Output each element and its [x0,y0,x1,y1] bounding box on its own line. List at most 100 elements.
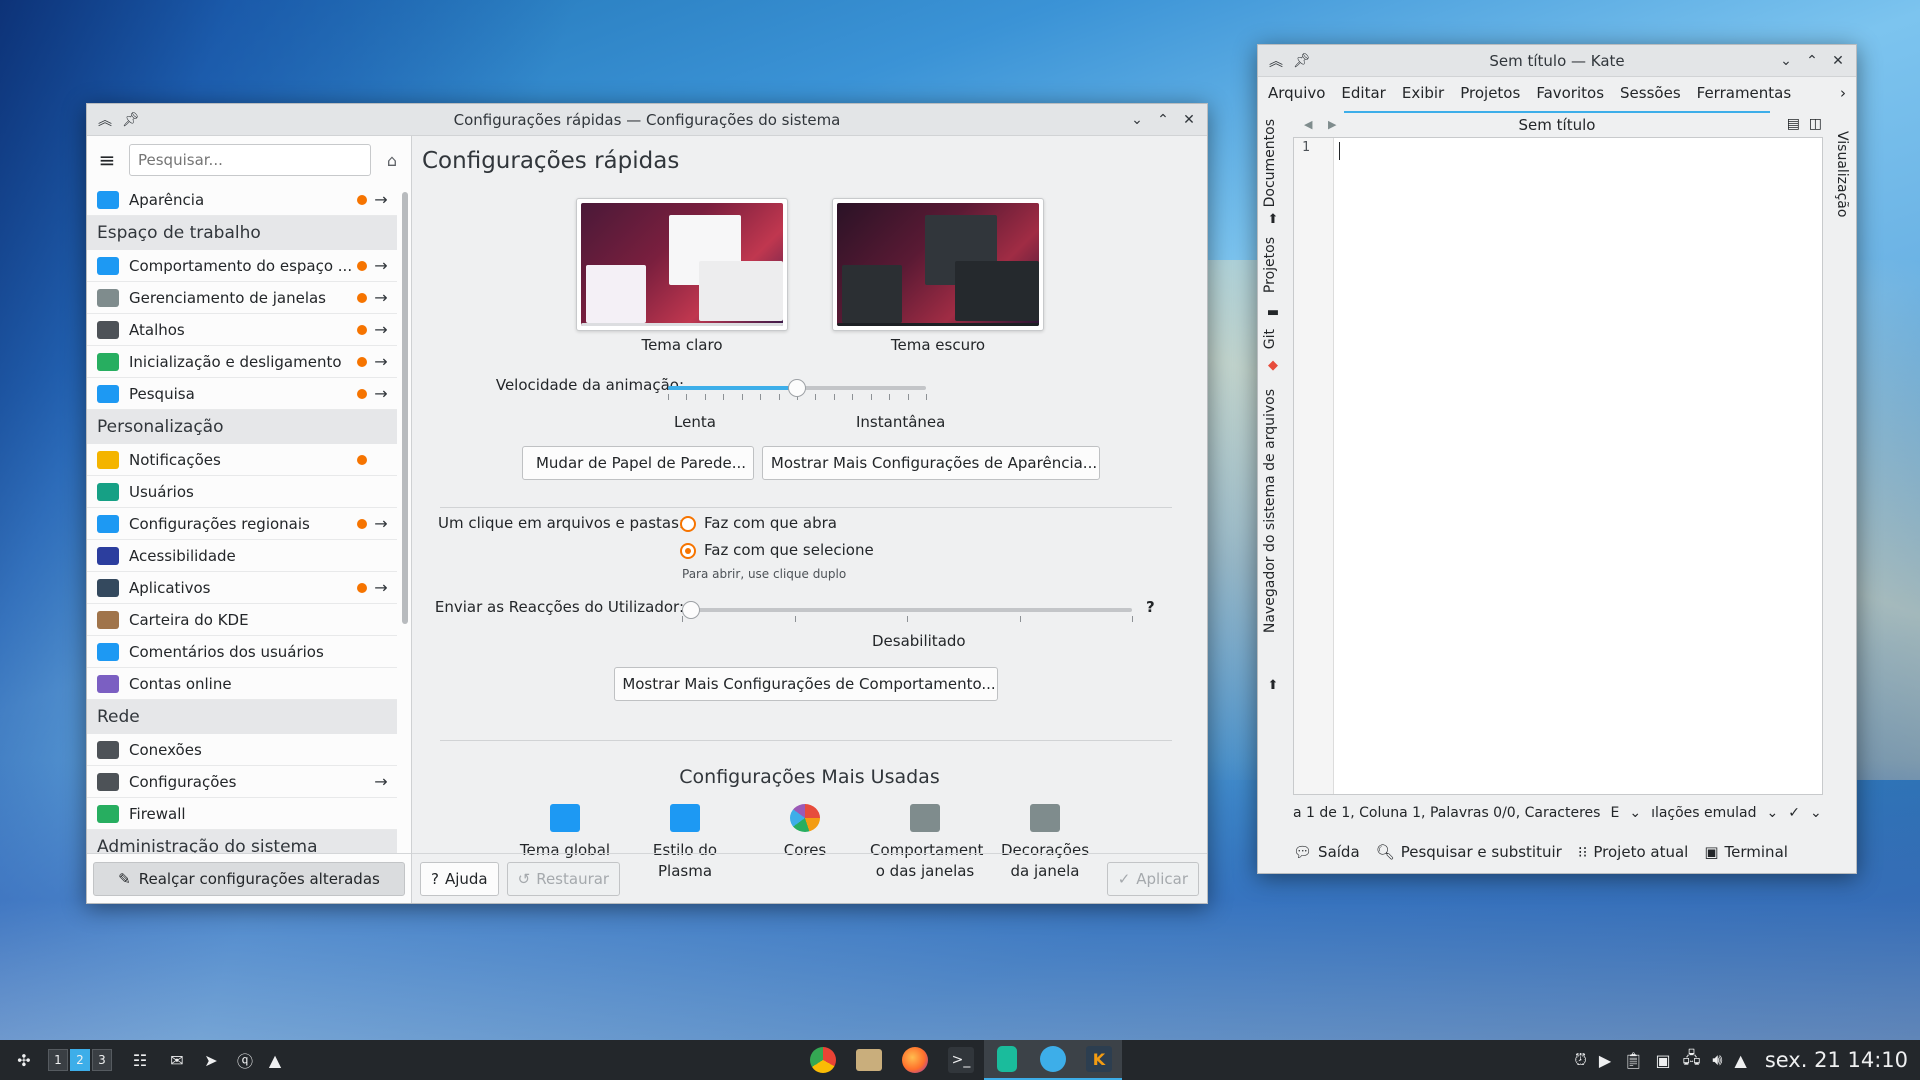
sidebar-item[interactable]: Configurações regionais → [87,508,397,540]
sidebar-item[interactable]: Contas online [87,668,397,700]
highlight-changed-settings-button[interactable]: ✎ Realçar configurações alteradas [93,861,405,896]
menu-item[interactable]: Exibir [1394,84,1452,102]
chevron-down-icon[interactable]: ⌄ [1810,805,1822,829]
close-icon[interactable]: ✕ [1177,108,1201,132]
home-icon[interactable]: ⌂ [381,151,403,170]
menu-overflow-chevron-icon[interactable]: › [1840,84,1846,102]
clipboard-icon[interactable]: 📋︎ [1623,1051,1643,1070]
sidebar-item[interactable]: Comentários dos usuários [87,636,397,668]
tab-prev-icon[interactable]: ◀ [1304,118,1312,131]
tab-next-icon[interactable]: ▶ [1328,118,1336,131]
telegram-icon[interactable]: ➤ [194,1040,228,1080]
sidebar-item[interactable]: Inicialização e desligamento → [87,346,397,378]
tray-show-hidden-icon[interactable]: ▲ [1735,1051,1747,1070]
untitled-document-tab[interactable]: Sem título [1344,111,1770,137]
click-open-radio[interactable] [680,516,696,532]
chrome-icon[interactable] [800,1040,846,1080]
menu-item[interactable]: Editar [1333,84,1393,102]
split-view-icon[interactable]: ▤ [1787,116,1800,132]
click-select-radio[interactable] [680,543,696,559]
hamburger-menu-icon[interactable]: ≡ [95,148,119,172]
chevron-down-icon[interactable]: ⌄ [1629,805,1641,829]
more-appearance-settings-button[interactable]: Mostrar Mais Configurações de Aparência.… [762,446,1100,480]
sidebar-item[interactable]: Comportamento do espaço ... → [87,250,397,282]
maximize-icon[interactable]: ⌃ [1151,108,1175,132]
menu-item[interactable]: Favoritos [1528,84,1612,102]
tool-view-button[interactable]: ▣ Terminal [1704,843,1788,861]
chevron-down-icon[interactable]: ⌄ [1767,805,1779,829]
kate-task-icon[interactable] [984,1040,1030,1080]
tool-view-button[interactable]: 🔍︎ Pesquisar e substituir [1376,843,1562,861]
cursor-position-status[interactable]: a 1 de 1, Coluna 1, Palavras 0/0, Caract… [1293,805,1600,829]
sidebar-item[interactable]: Carteira do KDE [87,604,397,636]
media-player-icon[interactable]: ▶ [1599,1051,1611,1070]
alarm-clock-icon[interactable]: ⏰︎ [1574,1050,1586,1070]
menu-item[interactable]: Projetos [1452,84,1528,102]
sidebar-item[interactable]: Acessibilidade [87,540,397,572]
text-editor-area[interactable]: 1 [1293,137,1823,795]
sidebar-item[interactable]: Pesquisa → [87,378,397,410]
checkmark-icon[interactable]: ✓ [1788,805,1800,829]
sidebar-item[interactable]: Conexões [87,734,397,766]
help-question-icon[interactable]: ? [1146,598,1155,616]
more-behavior-settings-button[interactable]: Mostrar Mais Configurações de Comportame… [614,667,998,701]
input-mode-status[interactable]: ılações emulad [1651,805,1756,829]
user-feedback-slider[interactable] [682,601,1133,628]
sidebar-item[interactable]: Aplicativos → [87,572,397,604]
network-icon[interactable]: 🖧︎ [1683,1047,1701,1074]
tool-view-button[interactable]: 💬︎ Saída [1293,843,1360,861]
close-icon[interactable]: ✕ [1826,49,1850,73]
tool-view-button[interactable]: ⁝⁝ Projeto atual [1578,843,1689,861]
kate-titlebar[interactable]: ︽ 📌︎ Sem título — Kate ⌄ ⌃ ✕ [1258,45,1856,77]
tray-expand-icon[interactable]: ▲ [262,1040,288,1080]
menu-item[interactable]: Sessões [1612,84,1689,102]
virtual-desktop-button[interactable]: 2 [70,1049,90,1071]
animation-speed-handle[interactable] [788,379,806,397]
click-open-label[interactable]: Faz com que abra [704,514,837,532]
sidebar-item[interactable]: Firewall [87,798,397,830]
pin-icon[interactable]: 📌︎ [1290,49,1314,73]
mail-icon[interactable]: ✉ [160,1040,194,1080]
minimize-icon[interactable]: ⌄ [1774,49,1798,73]
sidebar-item[interactable]: Notificações [87,444,397,476]
minimize-icon[interactable]: ⌄ [1125,108,1149,132]
sidebar-item[interactable]: Gerenciamento de janelas → [87,282,397,314]
file-manager-icon[interactable] [846,1040,892,1080]
task-manager-icon[interactable]: ☷ [120,1040,160,1080]
apply-button[interactable]: ✓ Aplicar [1106,861,1199,896]
mode-status[interactable]: E [1610,805,1619,829]
settings-search-input[interactable] [129,144,371,176]
virtual-desktop-button[interactable]: 1 [48,1049,68,1071]
virtual-desktop-button[interactable]: 3 [92,1049,112,1071]
projects-tab[interactable]: Projetos [1262,237,1278,293]
sidebar-item[interactable]: Configurações → [87,766,397,798]
sidebar-item[interactable]: Aparência → [87,184,397,216]
device-notifier-icon[interactable]: ▣ [1655,1051,1670,1070]
menu-item[interactable]: Ferramentas [1689,84,1800,102]
settings-titlebar[interactable]: ︽ 📌︎ Configurações rápidas — Configuraçõ… [87,104,1207,136]
firefox-icon[interactable] [892,1040,938,1080]
change-wallpaper-button[interactable]: Mudar de Papel de Parede... [522,446,754,480]
menu-item[interactable]: Arquivo [1260,84,1333,102]
terminal-icon[interactable]: >_ [938,1040,984,1080]
help-button[interactable]: ? Ajuda [420,861,499,896]
sidebar-item[interactable]: Atalhos → [87,314,397,346]
sidebar-scrollbar[interactable] [402,192,408,624]
keep-above-icon[interactable]: ︽ [93,108,117,132]
preview-tab[interactable]: Visualização [1834,131,1850,217]
documents-tab[interactable]: Documentos [1262,119,1278,207]
sidebar-item[interactable]: Usuários [87,476,397,508]
volume-icon[interactable]: 🔊︎ [1712,1050,1722,1070]
git-tab[interactable]: Git [1262,329,1278,349]
digital-clock[interactable]: sex. 21 14:10 [1765,1048,1908,1072]
qbittorrent-icon[interactable]: ⓠ [228,1040,262,1080]
user-feedback-handle[interactable] [682,601,700,619]
maximize-icon[interactable]: ⌃ [1800,49,1824,73]
click-select-label[interactable]: Faz com que selecione [704,541,874,559]
application-launcher-icon[interactable]: ✣ [0,1040,48,1080]
light-theme-card[interactable] [576,198,788,331]
keep-above-icon[interactable]: ︽ [1264,49,1288,73]
pin-icon[interactable]: 📌︎ [119,108,143,132]
animation-speed-slider[interactable] [668,379,927,406]
system-settings-task-icon[interactable] [1030,1040,1076,1080]
